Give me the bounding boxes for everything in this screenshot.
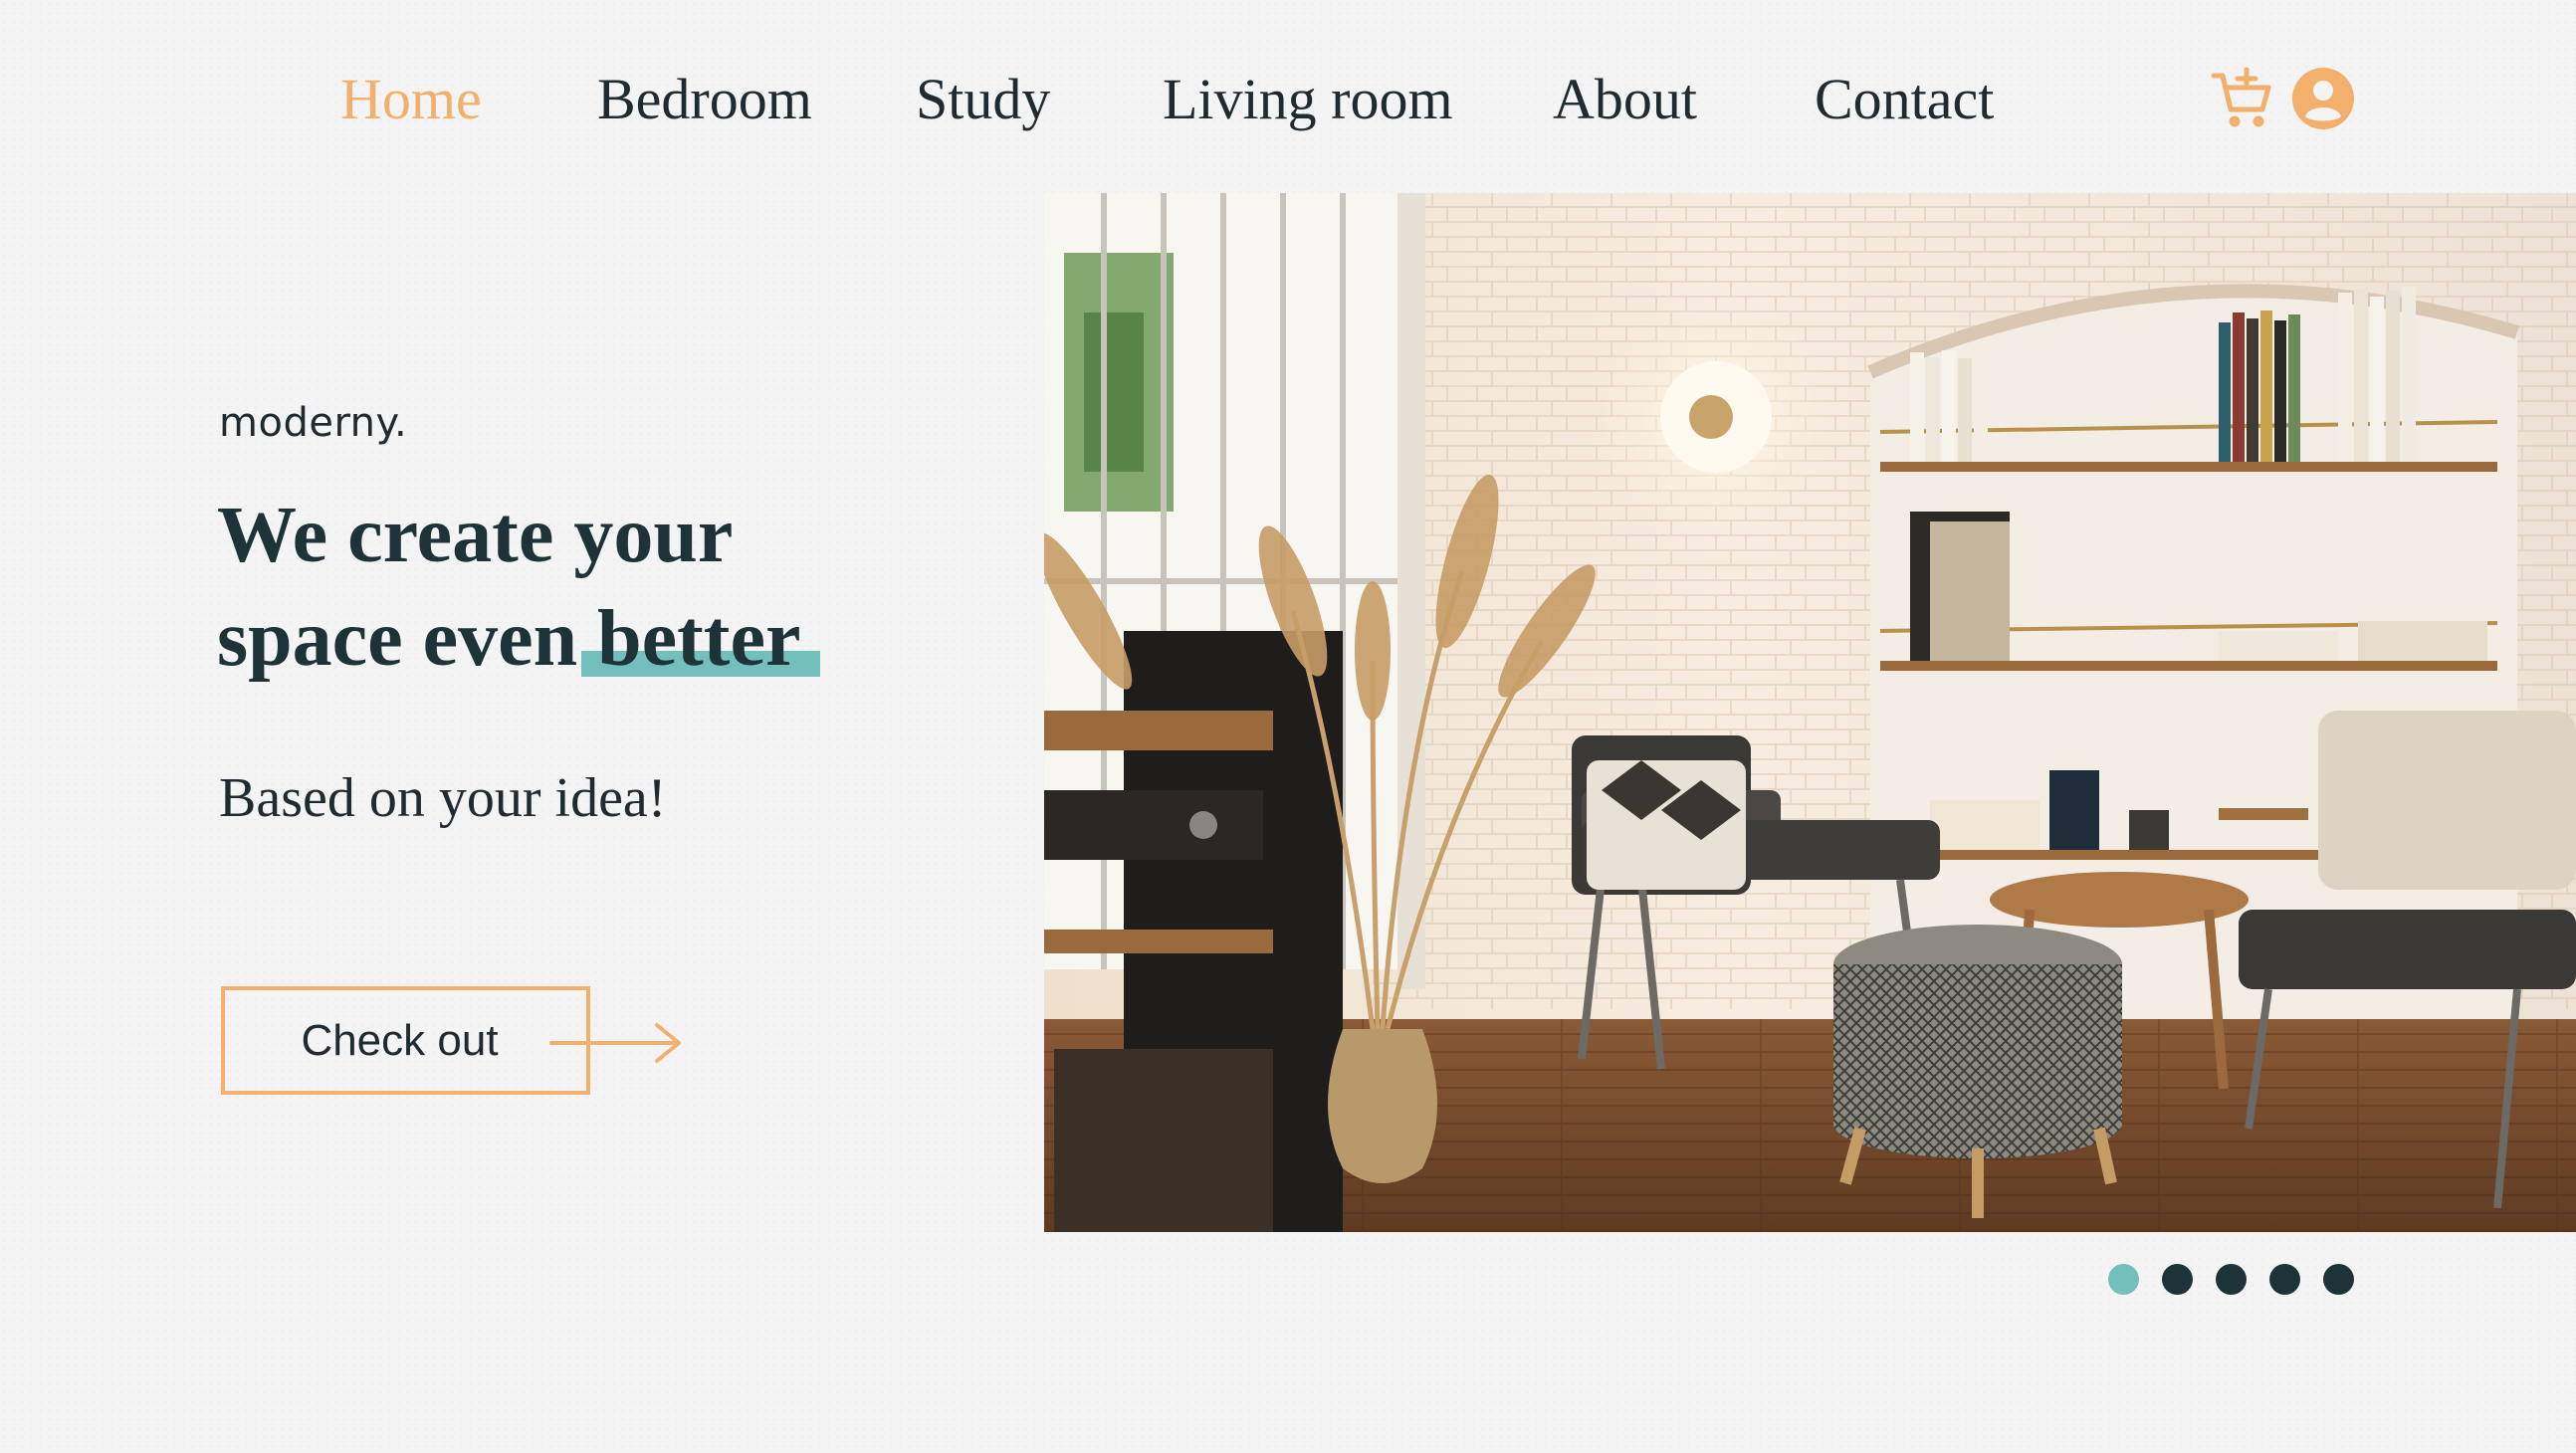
brand-name: moderny. [219,400,408,446]
hero-headline: We create your space even better [217,484,973,691]
carousel-dot-2[interactable] [2162,1264,2193,1295]
check-out-label: Check out [301,1015,499,1065]
headline-line-2: space even better [217,587,973,691]
headline-line-1: We create your [217,492,734,579]
nav-contact[interactable]: Contact [1815,58,1994,141]
arrow-right-icon[interactable] [549,1019,685,1067]
headline-highlight: better [581,587,821,691]
hero-subline: Based on your idea! [219,767,667,829]
carousel-dot-5[interactable] [2323,1264,2354,1295]
carousel-dot-3[interactable] [2216,1264,2247,1295]
carousel-dot-4[interactable] [2269,1264,2300,1295]
nav-home[interactable]: Home [340,58,482,141]
headline-line-2-prefix: space even [217,595,598,683]
nav-about[interactable]: About [1553,58,1697,141]
check-out-button[interactable]: Check out [221,986,590,1095]
headline-highlight-text: better [597,595,801,683]
user-account-icon[interactable] [2291,67,2355,130]
main-nav: Home Bedroom Study Living room About Con… [0,58,2576,141]
carousel-dot-1[interactable] [2108,1264,2139,1295]
carousel-indicators [2108,1264,2367,1296]
hero-living-room-image [1044,193,2576,1232]
nav-bedroom[interactable]: Bedroom [597,58,812,141]
nav-living-room[interactable]: Living room [1163,58,1453,141]
nav-study[interactable]: Study [916,58,1050,141]
add-to-cart-icon[interactable] [2210,66,2275,131]
